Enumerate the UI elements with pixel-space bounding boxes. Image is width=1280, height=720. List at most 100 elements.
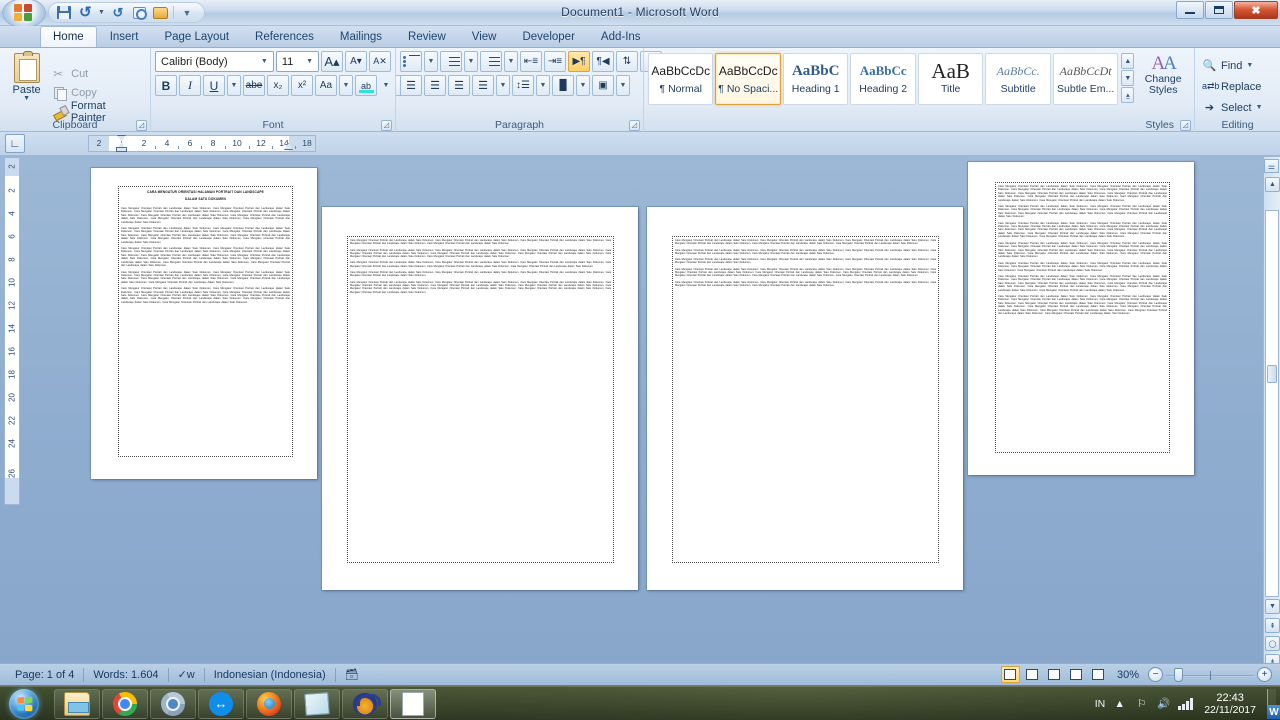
font-name-combo[interactable]: Calibri (Body) ▼ [155, 51, 274, 72]
zoom-out-button[interactable]: − [1148, 667, 1163, 682]
rtl-text-direction-button[interactable]: ¶◀ [592, 51, 614, 72]
clipboard-dialog-launcher-icon[interactable]: ◿ [136, 120, 147, 131]
change-case-button[interactable]: Aa [315, 75, 337, 96]
paragraph-dialog-launcher-icon[interactable]: ◿ [629, 120, 640, 131]
scroll-up-icon[interactable]: ▲ [1265, 177, 1280, 192]
action-center-icon[interactable]: ⚐ [1134, 697, 1149, 711]
tab-add-ins[interactable]: Add-Ins [588, 26, 654, 47]
tab-stop-selector[interactable]: ∟ [5, 134, 25, 153]
zoom-level[interactable]: 30% [1111, 669, 1145, 681]
justify-button[interactable]: ☰ [472, 75, 494, 96]
document-page-1[interactable]: CARA MENGATUR ORIENTASI HALAMAN PORTRAIT… [91, 168, 317, 479]
taskbar-clock[interactable]: 22:43 22/11/2017 [1200, 692, 1260, 716]
style-title[interactable]: AаВ Title [917, 53, 984, 105]
view-outline[interactable] [1067, 666, 1086, 683]
first-line-indent-marker[interactable] [117, 135, 126, 142]
numbering-button[interactable] [440, 51, 462, 72]
proofing-errors-button[interactable]: ✓w [169, 666, 204, 684]
italic-button[interactable]: I [179, 75, 201, 96]
vertical-ruler[interactable]: 2 2 4 6 8 10 12 14 16 18 20 22 24 26 [4, 157, 20, 505]
borders-dropdown-icon[interactable]: ▼ [616, 75, 630, 96]
record-macro-button[interactable]: 🗃 [336, 666, 368, 684]
shading-dropdown-icon[interactable]: ▼ [576, 75, 590, 96]
taskbar-item-microsoft-word[interactable] [390, 688, 436, 719]
grow-font-button[interactable]: A▴ [321, 51, 343, 72]
numbering-dropdown-icon[interactable]: ▼ [464, 51, 478, 72]
subscript-button[interactable]: x₂ [267, 75, 289, 96]
split-document-handle[interactable]: ⚌ [1264, 159, 1279, 173]
restore-button[interactable] [1205, 1, 1233, 19]
page-indicator[interactable]: Page: 1 of 4 [6, 666, 83, 684]
view-web-layout[interactable] [1045, 666, 1064, 683]
taskbar-item-mozilla-firefox[interactable] [246, 688, 292, 719]
bullets-button[interactable] [400, 51, 422, 72]
scroll-down-icon[interactable]: ▼ [1265, 599, 1280, 614]
word-count[interactable]: Words: 1.604 [84, 666, 167, 684]
tab-mailings[interactable]: Mailings [327, 26, 395, 47]
zoom-in-button[interactable]: + [1257, 667, 1272, 682]
replace-button[interactable]: a⇄b Replace [1199, 76, 1276, 97]
bullets-dropdown-icon[interactable]: ▼ [424, 51, 438, 72]
document-page-4[interactable]: Cara Mengatur Orientasi Portrait dan Lan… [968, 162, 1194, 475]
font-size-chevron-down-icon[interactable]: ▼ [303, 58, 316, 65]
zoom-slider[interactable] [1166, 667, 1254, 682]
horizontal-ruler[interactable]: 2 2 4 6 8 10 12 14 18 [88, 135, 316, 152]
cut-button[interactable]: Cut [49, 65, 146, 83]
decrease-indent-button[interactable]: ⇤≡ [520, 51, 542, 72]
change-case-dropdown-icon[interactable]: ▼ [339, 75, 353, 96]
style-no-spacing[interactable]: AaBbCcDc ¶ No Spaci... [715, 53, 781, 105]
start-button[interactable] [2, 688, 46, 720]
ltr-text-direction-button[interactable]: ▶¶ [568, 51, 590, 72]
clear-formatting-button[interactable]: A✕ [369, 51, 391, 72]
underline-button[interactable]: U [203, 75, 225, 96]
style-normal[interactable]: AaBbCcDc ¶ Normal [648, 53, 714, 105]
taskbar-item-google-chrome[interactable] [102, 688, 148, 719]
style-heading-2[interactable]: AaBbCc Heading 2 [850, 53, 916, 105]
font-dialog-launcher-icon[interactable]: ◿ [381, 120, 392, 131]
increase-indent-button[interactable]: ⇥≡ [544, 51, 566, 72]
find-dropdown-icon[interactable]: ▼ [1246, 62, 1253, 69]
font-name-chevron-down-icon[interactable]: ▼ [258, 58, 271, 65]
tab-insert[interactable]: Insert [97, 26, 152, 47]
tab-developer[interactable]: Developer [509, 26, 587, 47]
align-right-button[interactable]: ☰ [448, 75, 470, 96]
highlight-dropdown-icon[interactable]: ▼ [379, 75, 393, 96]
scrollbar-track[interactable] [1265, 210, 1279, 597]
shading-button[interactable]: █ [552, 75, 574, 96]
paste-dropdown-icon[interactable]: ▼ [23, 95, 30, 102]
styles-scroll-down-icon[interactable]: ▼ [1121, 70, 1135, 86]
taskbar-item-audacity[interactable] [342, 688, 388, 719]
taskbar-item-teamviewer[interactable]: ↔ [198, 688, 244, 719]
change-styles-button[interactable]: AA Change Styles [1136, 53, 1190, 96]
language-indicator[interactable]: Indonesian (Indonesia) [205, 666, 335, 684]
view-draft[interactable] [1089, 666, 1108, 683]
document-page-3[interactable]: Cara Mengatur Orientasi Portrait dan Lan… [647, 207, 963, 590]
tab-review[interactable]: Review [395, 26, 459, 47]
sort-button[interactable]: ⇅ [616, 51, 638, 72]
show-hidden-icons-icon[interactable]: ▲ [1112, 697, 1127, 711]
close-button[interactable]: ✖ [1234, 1, 1278, 19]
align-left-button[interactable]: ☰ [400, 75, 422, 96]
language-bar[interactable]: IN [1095, 698, 1106, 710]
tab-page-layout[interactable]: Page Layout [151, 26, 242, 47]
justify-dropdown-icon[interactable]: ▼ [496, 75, 510, 96]
select-dropdown-icon[interactable]: ▼ [1256, 104, 1263, 111]
network-icon[interactable] [1178, 697, 1193, 711]
styles-scroll-up-icon[interactable]: ▲ [1121, 53, 1135, 69]
view-full-screen-reading[interactable] [1023, 666, 1042, 683]
line-spacing-button[interactable]: ↕☰ [512, 75, 534, 96]
text-highlight-button[interactable]: ab [355, 75, 377, 96]
tab-view[interactable]: View [459, 26, 510, 47]
styles-dialog-launcher-icon[interactable]: ◿ [1180, 120, 1191, 131]
styles-more-icon[interactable]: ▴̲ [1121, 87, 1135, 103]
tab-references[interactable]: References [242, 26, 327, 47]
shrink-font-button[interactable]: A▾ [345, 51, 367, 72]
previous-page-icon[interactable]: ⇞ [1265, 618, 1280, 633]
taskbar-item-windows-explorer[interactable] [54, 688, 100, 719]
vertical-scrollbar[interactable]: ⚌ ▲ ▼ ⇞ ◯ ⇟ [1263, 157, 1280, 685]
style-heading-1[interactable]: AaBbC Heading 1 [782, 53, 849, 105]
align-center-button[interactable]: ☰ [424, 75, 446, 96]
line-spacing-dropdown-icon[interactable]: ▼ [536, 75, 550, 96]
borders-button[interactable]: ▣ [592, 75, 614, 96]
style-subtle-emphasis[interactable]: AaBbCcDt Subtle Em... [1052, 53, 1119, 105]
